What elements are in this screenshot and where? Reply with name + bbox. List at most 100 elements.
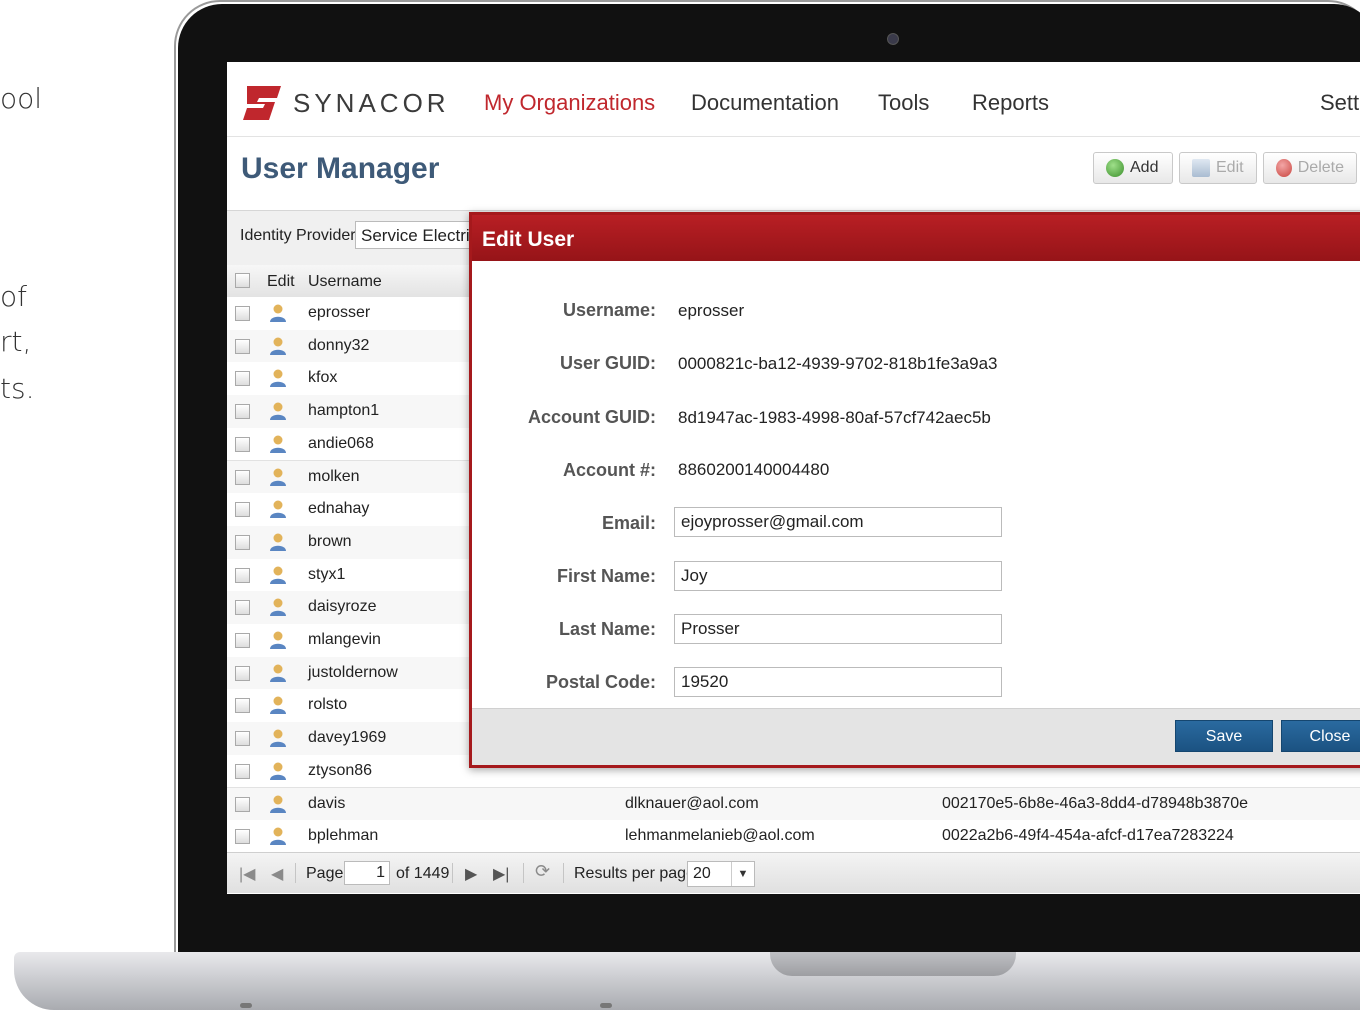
user-edit-icon[interactable] — [268, 401, 288, 421]
save-button[interactable]: Save — [1175, 720, 1273, 752]
delete-icon — [1276, 159, 1292, 177]
postal-code-field[interactable]: 19520 — [674, 667, 1002, 697]
screen: SYNACOR My Organizations Documentation T… — [227, 62, 1360, 894]
user-edit-icon[interactable] — [268, 630, 288, 650]
row-username: brown — [308, 532, 352, 550]
user-edit-icon[interactable] — [268, 663, 288, 683]
account-number-label: Account #: — [562, 460, 656, 480]
page-input[interactable]: 1 — [344, 861, 390, 885]
pager-separator — [523, 863, 524, 883]
results-per-page-select[interactable]: 20 ▼ — [687, 861, 755, 887]
first-page-icon[interactable]: |◀ — [239, 864, 255, 884]
edit-user-dialog: Edit User Username: eprosser User GUID: … — [469, 212, 1360, 768]
user-edit-icon[interactable] — [268, 467, 288, 487]
edit-icon — [1192, 159, 1210, 177]
row-checkbox[interactable] — [235, 731, 250, 747]
nav-my-organizations[interactable]: My Organizations — [484, 90, 655, 116]
row-username: kfox — [308, 369, 338, 387]
user-edit-icon[interactable] — [268, 695, 288, 715]
results-per-page-value: 20 — [693, 865, 711, 882]
row-checkbox[interactable] — [235, 306, 250, 321]
nav-reports[interactable]: Reports — [972, 90, 1049, 116]
row-username: molken — [308, 467, 360, 485]
row-checkbox[interactable] — [235, 829, 250, 845]
user-edit-icon[interactable] — [268, 303, 288, 323]
row-checkbox[interactable] — [235, 633, 250, 648]
row-username: andie068 — [308, 434, 374, 452]
row-checkbox[interactable] — [235, 665, 250, 681]
add-button-label: Add — [1130, 159, 1159, 176]
prev-page-icon[interactable]: ◀ — [271, 864, 283, 884]
edit-button[interactable]: Edit — [1179, 152, 1257, 184]
account-number-value: 8860200140004480 — [678, 460, 830, 479]
last-name-label: Last Name: — [558, 619, 656, 639]
row-username: donny32 — [308, 336, 370, 354]
synacor-logo-icon — [243, 86, 281, 120]
user-edit-icon[interactable] — [268, 499, 288, 519]
row-checkbox[interactable] — [235, 698, 250, 714]
pager: |◀ ◀ Page 1 of 1449 ▶ ▶| ⟳ Results per p… — [227, 852, 1360, 893]
row-guid: 002170e5-6b8e-46a3-8dd4-d78948b3870e — [942, 794, 1249, 812]
add-button[interactable]: Add — [1093, 152, 1173, 184]
pager-separator — [295, 863, 296, 883]
nav-tools[interactable]: Tools — [878, 90, 929, 116]
results-per-page-label: Results per page — [574, 865, 695, 882]
last-page-icon[interactable]: ▶| — [493, 864, 509, 884]
refresh-icon[interactable]: ⟳ — [535, 861, 550, 882]
row-checkbox[interactable] — [235, 338, 250, 354]
user-edit-icon[interactable] — [268, 794, 288, 814]
select-all-checkbox[interactable] — [235, 273, 250, 288]
header-edit[interactable]: Edit — [267, 273, 295, 291]
next-page-icon[interactable]: ▶ — [465, 864, 477, 884]
user-guid-label: User GUID: — [559, 353, 656, 373]
user-edit-icon[interactable] — [268, 336, 288, 356]
user-edit-icon[interactable] — [268, 434, 288, 454]
user-edit-icon[interactable] — [268, 368, 288, 388]
header-username[interactable]: Username — [308, 273, 382, 291]
row-username: davis — [308, 794, 346, 812]
account-guid-label: Account GUID: — [528, 407, 656, 427]
side-text-line-3: rt, — [0, 325, 32, 358]
row-checkbox[interactable] — [235, 567, 250, 583]
row-checkbox[interactable] — [235, 469, 250, 485]
laptop-base — [14, 952, 1360, 1010]
user-edit-icon[interactable] — [268, 532, 288, 552]
nav-settings[interactable]: Sett — [1320, 90, 1359, 116]
top-nav: SYNACOR My Organizations Documentation T… — [227, 62, 1360, 137]
row-checkbox[interactable] — [235, 371, 250, 387]
first-name-field[interactable]: Joy — [674, 561, 1002, 591]
row-checkbox[interactable] — [235, 404, 250, 420]
row-checkbox[interactable] — [235, 502, 250, 518]
user-edit-icon[interactable] — [268, 728, 288, 748]
table-row[interactable]: davis dlknauer@aol.com 002170e5-6b8e-46a3-… — [227, 787, 1360, 822]
pager-separator — [563, 863, 564, 883]
row-username: eprosser — [308, 304, 371, 321]
last-name-field[interactable]: Prosser — [674, 614, 1002, 644]
delete-button[interactable]: Delete — [1263, 152, 1357, 184]
row-username: daisyroze — [308, 598, 377, 616]
row-username: ztyson86 — [308, 761, 373, 779]
table-row[interactable]: bplehman lehmanmelanieb@aol.com 0022a2b6-4… — [227, 820, 1360, 854]
row-username: rolsto — [308, 696, 348, 714]
row-checkbox[interactable] — [235, 796, 250, 812]
page-total: of 1449 — [396, 865, 450, 882]
side-text-line-2: of — [0, 280, 27, 313]
laptop-base-notch — [770, 952, 1016, 976]
close-button[interactable]: Close — [1281, 720, 1360, 752]
nav-documentation[interactable]: Documentation — [691, 90, 839, 116]
page-label: Page — [306, 865, 344, 882]
row-checkbox[interactable] — [235, 534, 250, 550]
row-checkbox[interactable] — [235, 763, 250, 779]
username-value: eprosser — [678, 301, 745, 320]
side-text-line-1: ool — [0, 82, 43, 115]
user-edit-icon[interactable] — [268, 597, 288, 617]
email-field[interactable]: ejoyprosser@gmail.com — [674, 507, 1002, 537]
row-checkbox[interactable] — [235, 600, 250, 616]
user-edit-icon[interactable] — [268, 826, 288, 846]
dialog-title: Edit User — [482, 228, 575, 251]
user-edit-icon[interactable] — [268, 565, 288, 585]
row-checkbox[interactable] — [235, 436, 250, 452]
user-edit-icon[interactable] — [268, 761, 288, 781]
row-username: ednahay — [308, 500, 370, 518]
row-username: mlangevin — [308, 631, 381, 648]
